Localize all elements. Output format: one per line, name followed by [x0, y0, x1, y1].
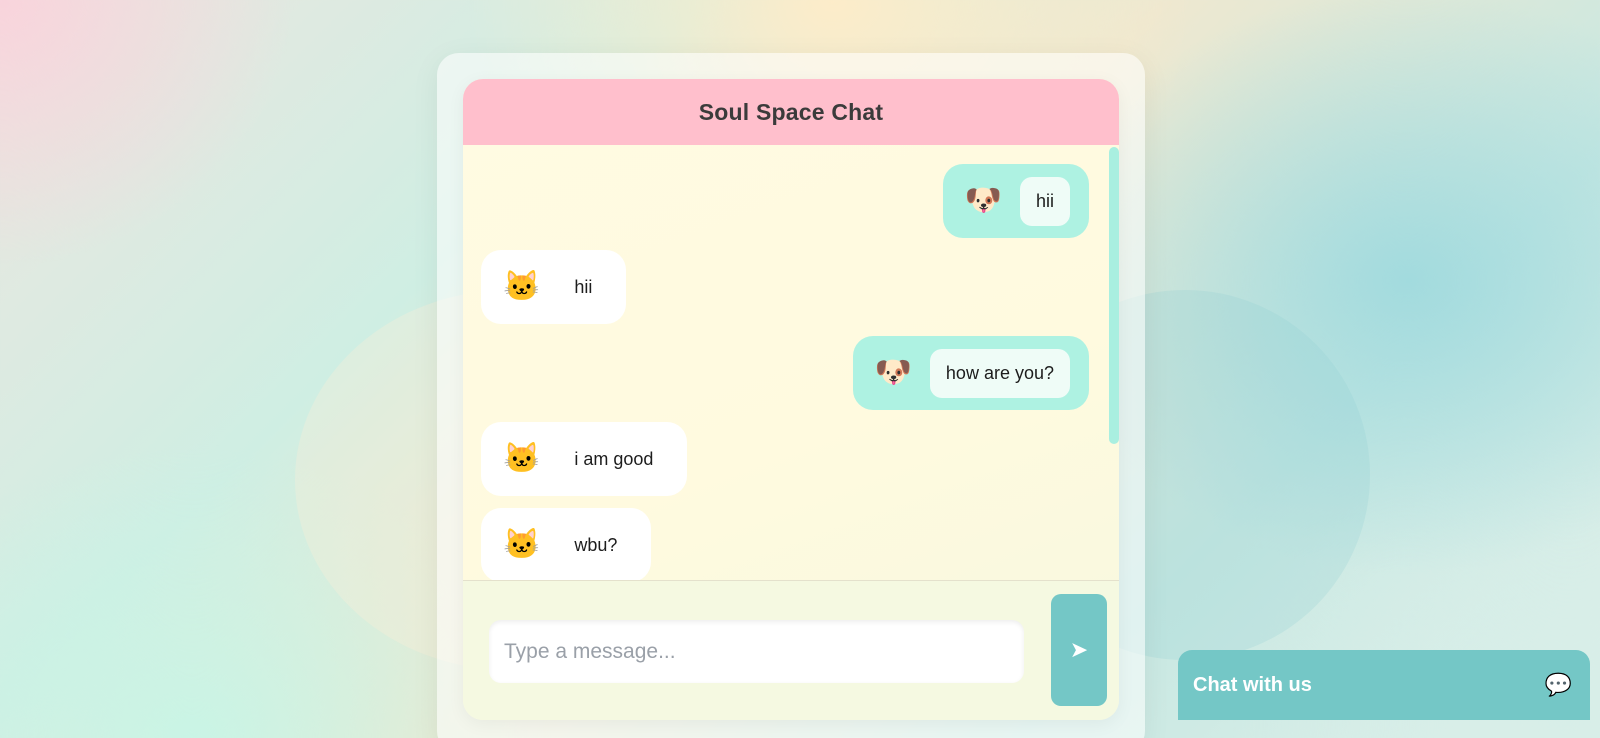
message-text: hii	[1019, 176, 1070, 226]
send-icon: ➤	[1069, 637, 1089, 662]
message-text: wbu?	[574, 534, 618, 555]
messages-list[interactable]: 🐶 hii 🐱 hii 🐶 how are you? 🐱 i am good 🐱…	[463, 145, 1119, 580]
chat-widget-label: Chat with us	[1193, 673, 1312, 696]
scrollbar-thumb[interactable]	[1109, 147, 1119, 444]
message-text: i am good	[574, 448, 654, 469]
message-input[interactable]	[489, 620, 1024, 683]
message-received: 🐱 hii	[481, 250, 627, 324]
message-received: 🐱 i am good	[481, 422, 688, 496]
dog-avatar-icon: 🐶	[964, 184, 1002, 217]
chat-window: Soul Space Chat 🐶 hii 🐱 hii 🐶 how are yo…	[463, 79, 1119, 720]
message-sent: 🐶 how are you?	[852, 336, 1089, 410]
cat-avatar-icon: 🐱	[503, 528, 541, 561]
dog-avatar-icon: 🐶	[874, 356, 912, 389]
cat-avatar-icon: 🐱	[503, 270, 541, 303]
composer: ➤	[463, 580, 1119, 720]
chat-title: Soul Space Chat	[698, 98, 884, 125]
cat-avatar-icon: 🐱	[503, 442, 541, 475]
chat-header: Soul Space Chat	[463, 79, 1119, 145]
message-text: how are you?	[929, 348, 1070, 398]
message-sent: 🐶 hii	[942, 164, 1089, 238]
message-text: hii	[574, 276, 593, 297]
message-received: 🐱 wbu?	[481, 508, 652, 580]
chat-with-us-widget[interactable]: Chat with us 💬	[1178, 650, 1590, 720]
speech-bubble-icon: 💬	[1544, 672, 1572, 697]
send-button[interactable]: ➤	[1051, 594, 1107, 706]
